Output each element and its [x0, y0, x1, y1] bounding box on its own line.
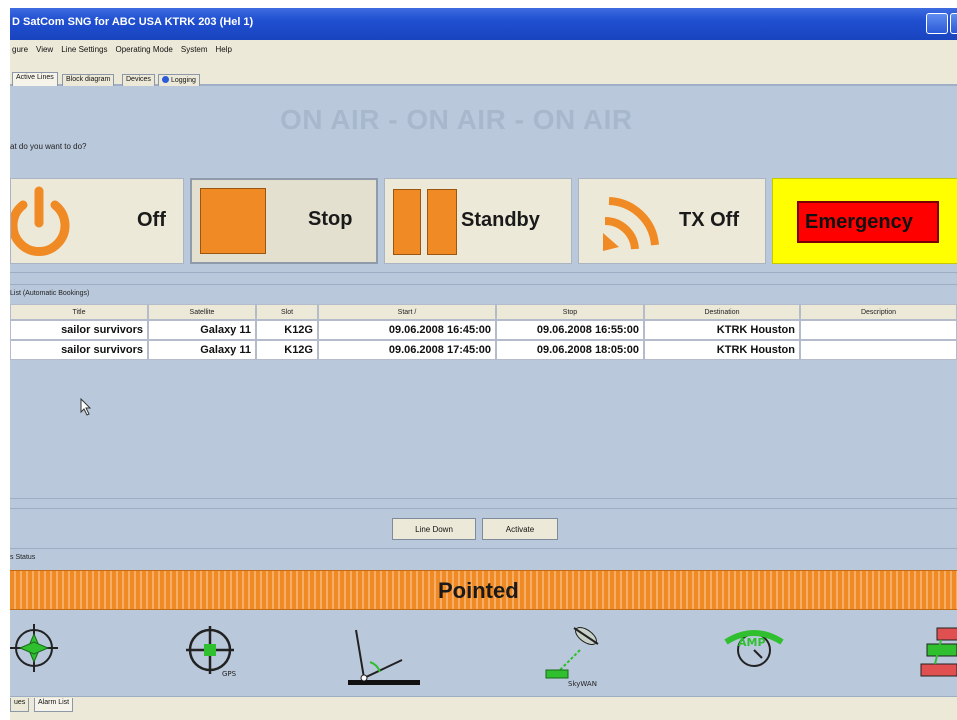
- stop-label: Stop: [308, 208, 353, 230]
- cell-stop: 09.06.2008 18:05:00: [496, 340, 644, 360]
- column-header-description[interactable]: Description: [800, 304, 957, 320]
- standby-label: Standby: [461, 209, 540, 231]
- emergency-indicator: Emergency: [797, 201, 939, 243]
- maximize-button[interactable]: [950, 13, 957, 34]
- pointing-status-label: Pointed: [438, 578, 519, 603]
- table-header-row: Title Satellite Slot Start / Stop Destin…: [10, 304, 957, 320]
- tab-alarm-list[interactable]: Alarm List: [34, 698, 74, 712]
- cell-satellite: Galaxy 11: [148, 320, 256, 340]
- column-header-slot[interactable]: Slot: [256, 304, 318, 320]
- window-title: D SatCom SNG for ABC USA KTRK 203 (Hel 1…: [12, 16, 254, 28]
- compass-icon[interactable]: [10, 620, 66, 676]
- standby-button[interactable]: Standby: [384, 178, 572, 264]
- title-bar: D SatCom SNG for ABC USA KTRK 203 (Hel 1…: [10, 8, 957, 40]
- tab-devices[interactable]: Devices: [122, 74, 155, 86]
- modem-icon[interactable]: [917, 620, 957, 690]
- menu-system[interactable]: System: [181, 45, 208, 54]
- cell-start: 09.06.2008 16:45:00: [318, 320, 496, 340]
- activate-button[interactable]: Activate: [482, 518, 558, 540]
- cell-title: sailor survivors: [10, 320, 148, 340]
- cell-start: 09.06.2008 17:45:00: [318, 340, 496, 360]
- mouse-cursor-icon: [80, 398, 92, 416]
- tab-block-diagram[interactable]: Block diagram: [62, 74, 115, 86]
- stop-icon: [200, 188, 266, 254]
- tab-values[interactable]: ues: [10, 698, 30, 712]
- amp-icon-label: AMP: [738, 636, 766, 649]
- divider: [10, 508, 957, 509]
- tab-active-lines[interactable]: Active Lines: [12, 72, 58, 86]
- amp-icon[interactable]: AMP: [716, 620, 796, 680]
- divider: [10, 272, 957, 273]
- emergency-label: Emergency: [805, 211, 913, 233]
- tab-logging-label: Logging: [171, 77, 196, 84]
- divider: [10, 498, 957, 499]
- tx-signal-icon: [603, 197, 659, 251]
- app-window: D SatCom SNG for ABC USA KTRK 203 (Hel 1…: [10, 8, 957, 720]
- elevation-angle-icon[interactable]: [344, 620, 424, 690]
- gps-crosshair-icon[interactable]: GPS: [182, 620, 242, 680]
- menu-help[interactable]: Help: [216, 45, 232, 54]
- on-air-banner: ON AIR - ON AIR - ON AIR: [280, 104, 633, 135]
- column-header-start[interactable]: Start /: [318, 304, 496, 320]
- gps-icon-label: GPS: [222, 670, 237, 678]
- cell-destination: KTRK Houston: [644, 340, 800, 360]
- emergency-button[interactable]: Emergency: [772, 178, 957, 264]
- tab-bar: Active Lines Block diagram Devices Loggi…: [10, 58, 957, 86]
- menu-configure[interactable]: gure: [12, 45, 28, 54]
- cell-stop: 09.06.2008 16:55:00: [496, 320, 644, 340]
- tx-off-label: TX Off: [679, 209, 739, 231]
- off-button[interactable]: Off: [10, 178, 184, 264]
- action-prompt: at do you want to do?: [10, 142, 87, 151]
- table-row[interactable]: sailor survivors Galaxy 11 K12G 09.06.20…: [10, 340, 957, 360]
- status-section-label: s Status: [10, 554, 36, 561]
- column-header-satellite[interactable]: Satellite: [148, 304, 256, 320]
- satellite-skywan-icon[interactable]: SkyWAN: [540, 620, 630, 690]
- table-row[interactable]: sailor survivors Galaxy 11 K12G 09.06.20…: [10, 320, 957, 340]
- menu-operating-mode[interactable]: Operating Mode: [115, 45, 172, 54]
- cell-satellite: Galaxy 11: [148, 340, 256, 360]
- cell-description: [800, 340, 957, 360]
- power-icon: [11, 186, 70, 256]
- cell-description: [800, 320, 957, 340]
- pointing-status-bar: Pointed: [10, 570, 957, 610]
- logging-icon: [162, 76, 169, 83]
- column-header-destination[interactable]: Destination: [644, 304, 800, 320]
- column-header-title[interactable]: Title: [10, 304, 148, 320]
- stop-button[interactable]: Stop: [190, 178, 378, 264]
- skywan-icon-label: SkyWAN: [568, 680, 597, 688]
- line-list-title: List (Automatic Bookings): [10, 290, 90, 297]
- cell-slot: K12G: [256, 320, 318, 340]
- column-header-stop[interactable]: Stop: [496, 304, 644, 320]
- off-label: Off: [137, 209, 166, 231]
- divider: [10, 548, 957, 549]
- divider: [10, 284, 957, 285]
- tab-logging[interactable]: Logging: [158, 74, 200, 86]
- menu-view[interactable]: View: [36, 45, 53, 54]
- bottom-tab-bar: ues Alarm List: [10, 696, 957, 720]
- cell-slot: K12G: [256, 340, 318, 360]
- line-down-button[interactable]: Line Down: [392, 518, 476, 540]
- menu-bar: gure View Line Settings Operating Mode S…: [10, 40, 957, 58]
- tx-off-button[interactable]: TX Off: [578, 178, 766, 264]
- menu-line-settings[interactable]: Line Settings: [61, 45, 107, 54]
- cell-destination: KTRK Houston: [644, 320, 800, 340]
- cell-title: sailor survivors: [10, 340, 148, 360]
- minimize-button[interactable]: [926, 13, 948, 34]
